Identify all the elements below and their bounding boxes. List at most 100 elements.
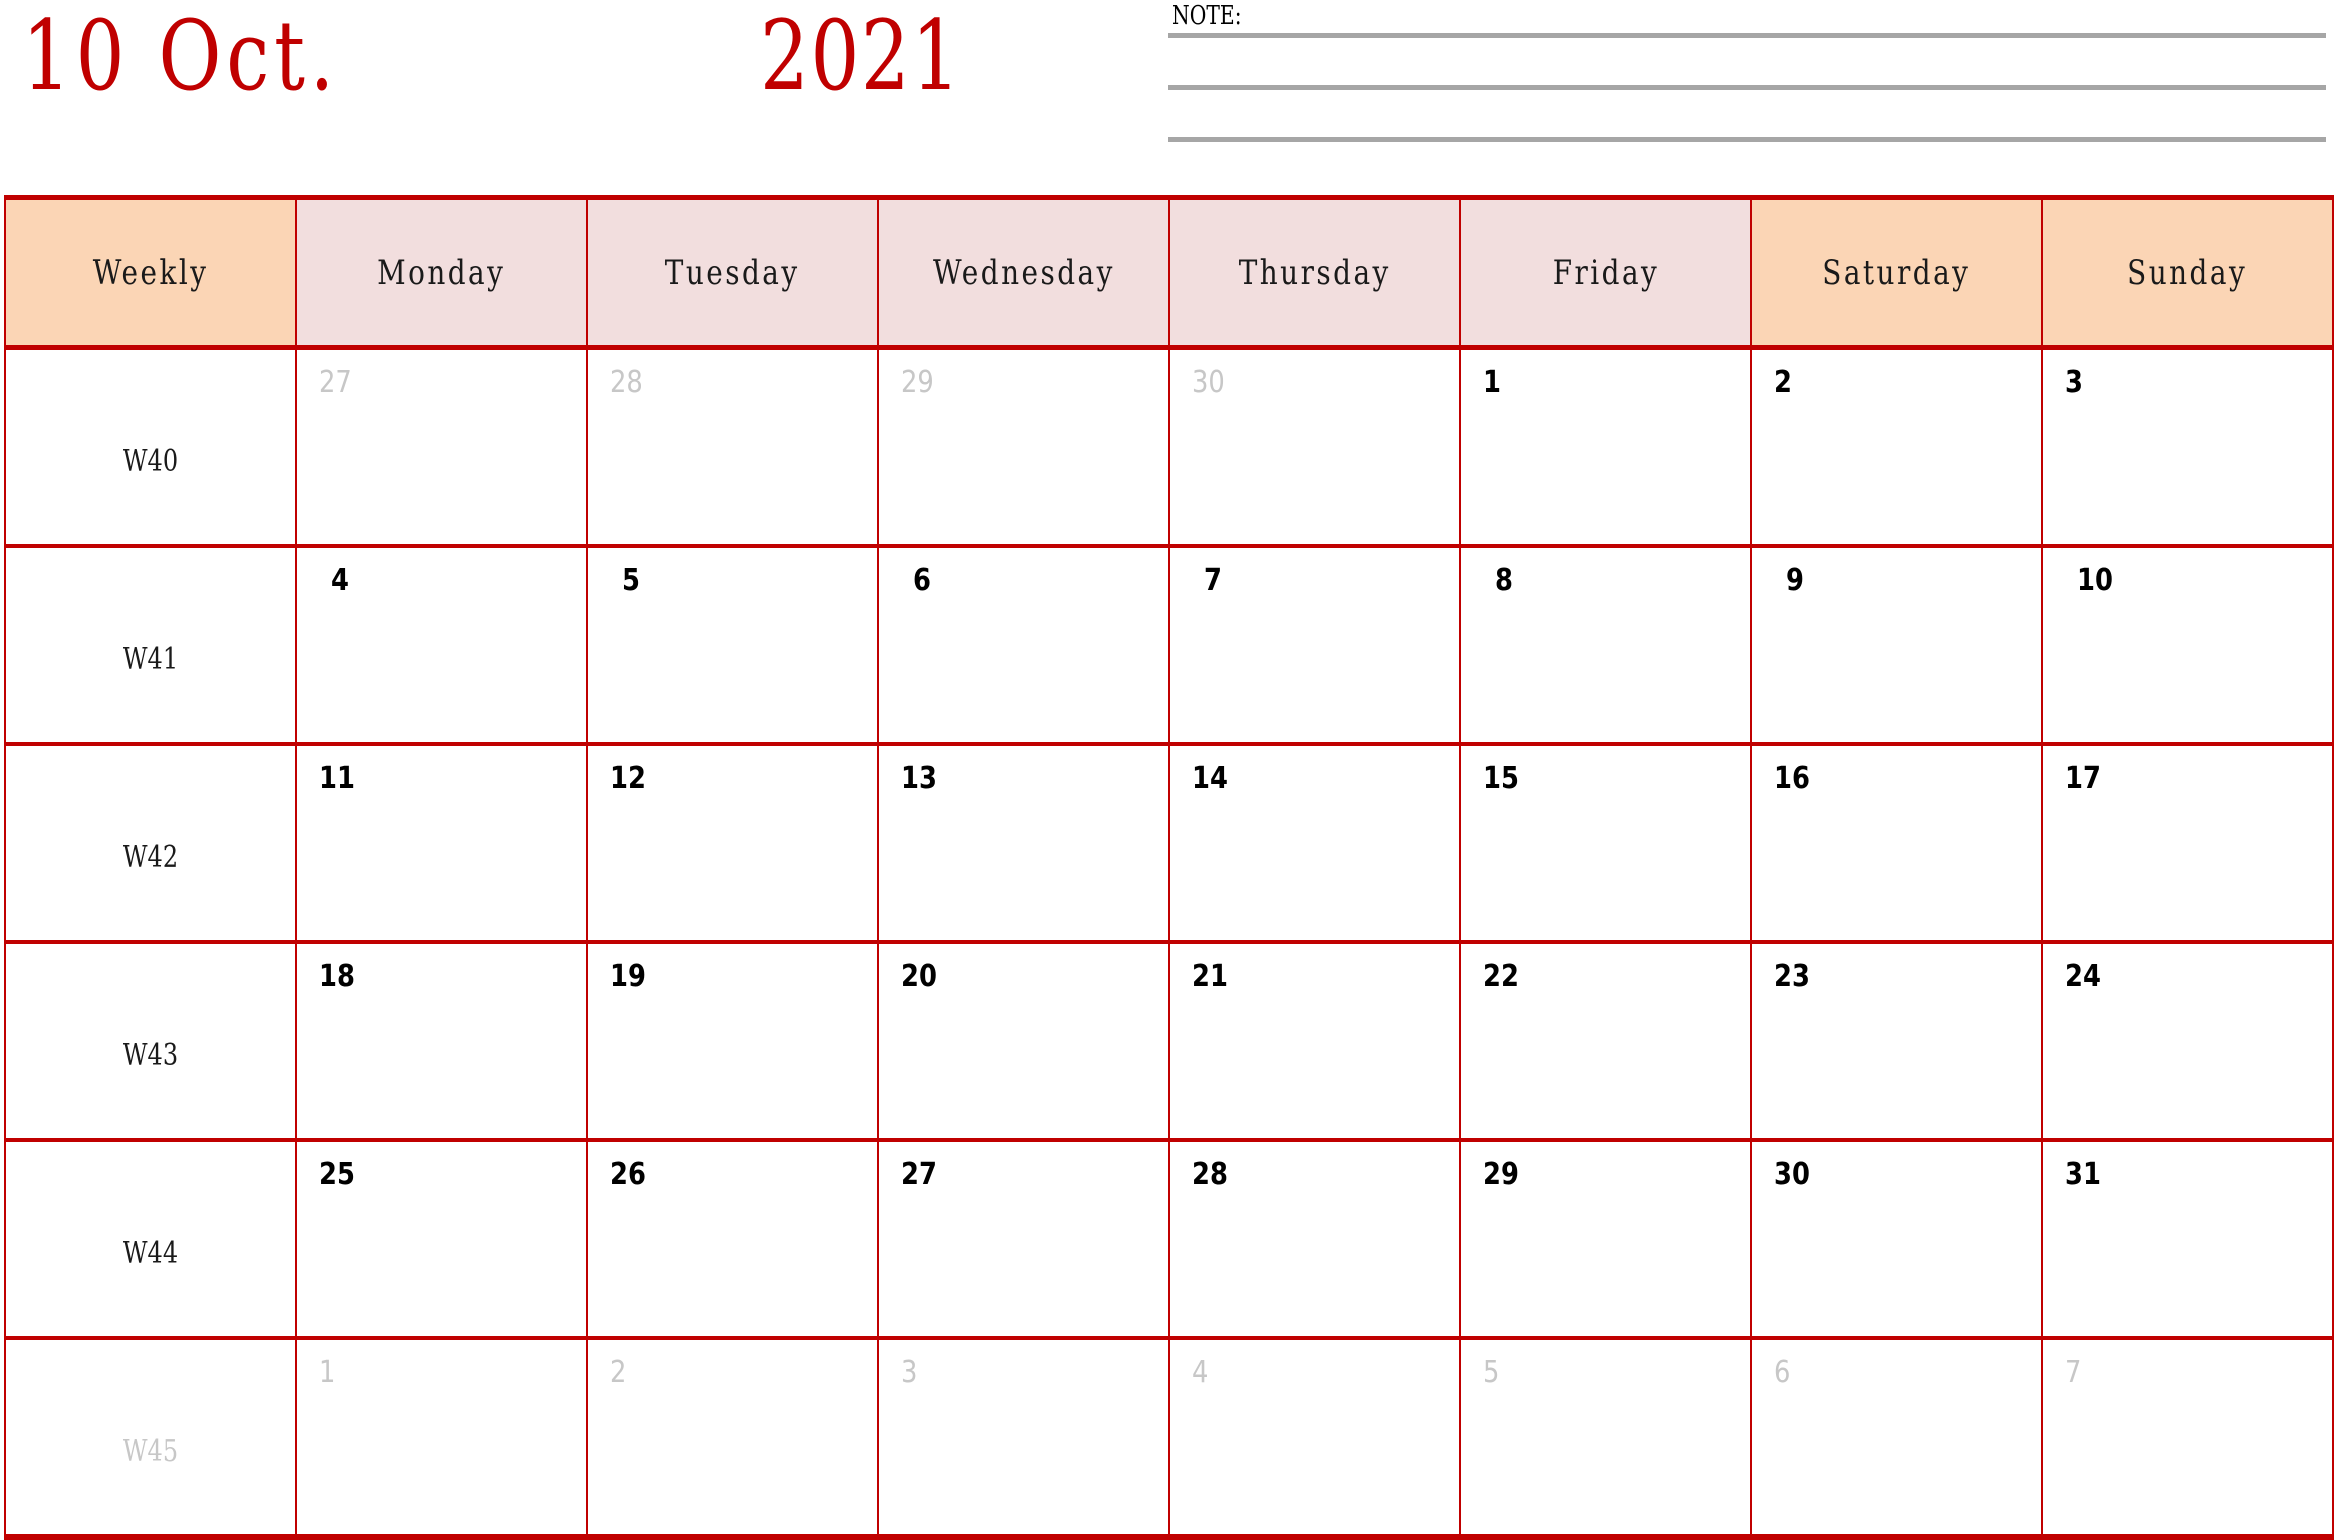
day-number: 4 — [1192, 1355, 1209, 1390]
day-cell[interactable]: 5 — [586, 544, 879, 746]
day-number: 27 — [319, 365, 352, 400]
day-cell[interactable]: 20 — [877, 940, 1170, 1142]
day-cell[interactable]: 22 — [1459, 940, 1752, 1142]
day-number: 27 — [901, 1157, 937, 1192]
note-area[interactable]: NOTE: — [1168, 0, 2328, 160]
day-number: 28 — [1192, 1157, 1228, 1192]
day-number: 17 — [2065, 761, 2101, 796]
week-number-label: W40 — [122, 444, 179, 479]
day-cell[interactable]: 26 — [586, 1138, 879, 1340]
day-number: 28 — [610, 365, 643, 400]
year-title: 2021 — [760, 0, 962, 112]
day-cell[interactable]: 21 — [1168, 940, 1461, 1142]
week-number-label: W43 — [122, 1038, 179, 1073]
calendar-week-row: W42 11 12 13 14 15 16 17 — [4, 742, 2334, 944]
day-cell[interactable]: 6 — [877, 544, 1170, 746]
day-cell[interactable]: 8 — [1459, 544, 1752, 746]
day-cell[interactable]: 29 — [877, 345, 1170, 548]
day-number: 18 — [319, 959, 355, 994]
week-number-cell[interactable]: W45 — [4, 1336, 297, 1540]
day-cell[interactable]: 6 — [1750, 1336, 2043, 1540]
day-cell[interactable]: 11 — [295, 742, 588, 944]
day-number: 31 — [2065, 1157, 2101, 1192]
day-number: 26 — [610, 1157, 646, 1192]
day-cell[interactable]: 13 — [877, 742, 1170, 944]
day-cell[interactable]: 24 — [2041, 940, 2334, 1142]
day-number: 21 — [1192, 959, 1228, 994]
day-cell[interactable]: 28 — [586, 345, 879, 548]
day-number: 15 — [1483, 761, 1519, 796]
calendar-grid: Weekly Monday Tuesday Wednesday Thursday… — [4, 195, 2334, 1540]
day-cell[interactable]: 14 — [1168, 742, 1461, 944]
day-cell[interactable]: 7 — [2041, 1336, 2334, 1540]
day-cell[interactable]: 1 — [295, 1336, 588, 1540]
day-number: 29 — [901, 365, 934, 400]
week-number-cell[interactable]: W40 — [4, 345, 297, 548]
calendar-header-row: Weekly Monday Tuesday Wednesday Thursday… — [4, 195, 2334, 350]
day-cell[interactable]: 15 — [1459, 742, 1752, 944]
column-header-label: Wednesday — [932, 252, 1115, 293]
column-header-label: Tuesday — [665, 252, 800, 293]
week-number-cell[interactable]: W44 — [4, 1138, 297, 1340]
day-number: 5 — [1483, 1355, 1500, 1390]
week-number-label: W45 — [122, 1434, 179, 1469]
day-cell[interactable]: 27 — [877, 1138, 1170, 1340]
day-number: 22 — [1483, 959, 1519, 994]
day-cell[interactable]: 1 — [1459, 345, 1752, 548]
day-cell[interactable]: 2 — [586, 1336, 879, 1540]
day-number: 10 — [2077, 563, 2113, 598]
day-number: 23 — [1774, 959, 1810, 994]
column-header-saturday: Saturday — [1750, 195, 2043, 350]
day-cell[interactable]: 4 — [1168, 1336, 1461, 1540]
day-number: 3 — [2065, 365, 2083, 400]
day-number: 24 — [2065, 959, 2101, 994]
day-cell[interactable]: 4 — [295, 544, 588, 746]
day-number: 1 — [1483, 365, 1501, 400]
day-cell[interactable]: 19 — [586, 940, 879, 1142]
day-number: 16 — [1774, 761, 1810, 796]
day-number: 20 — [901, 959, 937, 994]
day-cell[interactable]: 25 — [295, 1138, 588, 1340]
column-header-tuesday: Tuesday — [586, 195, 879, 350]
column-header-label: Sunday — [2127, 252, 2248, 293]
day-cell[interactable]: 3 — [877, 1336, 1170, 1540]
day-cell[interactable]: 9 — [1750, 544, 2043, 746]
day-cell[interactable]: 7 — [1168, 544, 1461, 746]
day-cell[interactable]: 17 — [2041, 742, 2334, 944]
week-number-label: W41 — [122, 642, 179, 677]
week-number-cell[interactable]: W42 — [4, 742, 297, 944]
day-cell[interactable]: 18 — [295, 940, 588, 1142]
day-number: 25 — [319, 1157, 355, 1192]
day-number: 6 — [913, 563, 931, 598]
day-cell[interactable]: 31 — [2041, 1138, 2334, 1340]
week-number-cell[interactable]: W43 — [4, 940, 297, 1142]
day-cell[interactable]: 23 — [1750, 940, 2043, 1142]
column-header-label: Weekly — [92, 252, 209, 293]
day-cell[interactable]: 2 — [1750, 345, 2043, 548]
day-cell[interactable]: 3 — [2041, 345, 2334, 548]
day-number: 1 — [319, 1355, 336, 1390]
day-number: 5 — [622, 563, 640, 598]
column-header-sunday: Sunday — [2041, 195, 2334, 350]
day-cell[interactable]: 10 — [2041, 544, 2334, 746]
week-number-label: W44 — [122, 1236, 179, 1271]
day-number: 3 — [901, 1355, 918, 1390]
day-number: 12 — [610, 761, 646, 796]
day-cell[interactable]: 5 — [1459, 1336, 1752, 1540]
day-cell[interactable]: 30 — [1750, 1138, 2043, 1340]
day-cell[interactable]: 29 — [1459, 1138, 1752, 1340]
day-number: 9 — [1786, 563, 1804, 598]
column-header-label: Friday — [1552, 252, 1659, 293]
day-cell[interactable]: 12 — [586, 742, 879, 944]
day-cell[interactable]: 16 — [1750, 742, 2043, 944]
note-rule-line — [1168, 85, 2326, 90]
day-number: 7 — [2065, 1355, 2082, 1390]
column-header-label: Saturday — [1822, 252, 1971, 293]
week-number-cell[interactable]: W41 — [4, 544, 297, 746]
day-number: 7 — [1204, 563, 1222, 598]
day-number: 11 — [319, 761, 355, 796]
week-number-label: W42 — [122, 840, 179, 875]
day-cell[interactable]: 30 — [1168, 345, 1461, 548]
day-cell[interactable]: 27 — [295, 345, 588, 548]
day-cell[interactable]: 28 — [1168, 1138, 1461, 1340]
